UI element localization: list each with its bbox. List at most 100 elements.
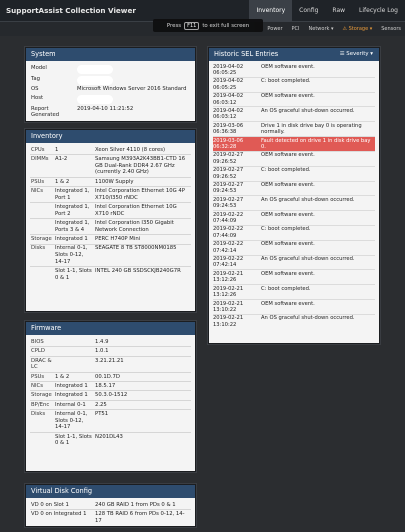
firmware-component <box>30 431 54 448</box>
firmware-row: BP/Enc Internal 0-1 2.25 <box>30 399 191 410</box>
sel-date: 2019-03-06 06:36:38 <box>213 122 244 136</box>
subnav-sensors[interactable]: Sensors <box>381 26 401 32</box>
subnav-pci[interactable]: PCI <box>292 26 300 32</box>
sel-date: 2019-04-02 06:05:25 <box>213 63 244 76</box>
inventory-category: CPUs <box>31 146 45 153</box>
firmware-row: PSUs 1 & 2 00.1D.7D <box>30 371 191 382</box>
sel-date: 2019-02-22 07:42:14 <box>213 241 244 254</box>
main-nav: Inventory Config Raw Lifecycle Log <box>249 0 405 22</box>
inventory-location: 1 & 2 <box>54 176 94 187</box>
firmware-location: Internal 0-1, Slots 0-12, 14-17 <box>54 409 94 433</box>
sel-date: 2019-02-27 09:24:53 <box>213 196 244 210</box>
inventory-row: Integrated 1, Port 2 Intel Corporation Et… <box>30 202 191 219</box>
firmware-component: DRAC & LC <box>30 355 54 373</box>
fullscreen-hint-press: Press <box>166 22 182 29</box>
sel-entry: 2019-02-22 07:44:09 C: boot completed. <box>213 224 375 240</box>
sel-entry: 2019-02-27 09:24:53 An OS graceful shut-d… <box>213 195 375 210</box>
inventory-row: Storage Integrated 1 PERC H740P Mini <box>30 234 191 245</box>
sel-date: 2019-02-27 09:26:52 <box>213 152 244 165</box>
app-title: SupportAssist Collection Viewer <box>6 6 136 15</box>
system-value <box>76 75 191 86</box>
virtual-disk-description: 128 TB RAID 6 from PDs 0-12, 14-17 <box>94 509 191 526</box>
inventory-category: DIMMs <box>30 154 54 178</box>
inventory-category: NICs <box>30 186 54 203</box>
firmware-component: Storage <box>30 390 54 401</box>
sel-message: Drive 1 in disk drive bay 0 is operating… <box>261 122 362 136</box>
sel-entry: 2019-02-21 13:10:22 An OS graceful shut-d… <box>213 313 375 329</box>
system-label: Report Generated <box>31 105 60 119</box>
inventory-row: Disks Internal 0-1, Slots 0-12, 14-17 SEAG… <box>30 243 191 267</box>
sel-message: An OS graceful shut-down occurred. <box>261 196 355 203</box>
sel-date: 2019-02-27 09:26:52 <box>213 167 244 180</box>
inventory-row: Slot 1-1, Slots 0 & 1 INTEL 240 GB SSDSCK… <box>30 266 191 283</box>
firmware-row: Disks Internal 0-1, Slots 0-12, 14-17 PT51 <box>30 409 191 433</box>
firmware-row: CPLD 1.0.1 <box>30 346 191 357</box>
sel-entry: 2019-02-21 13:12:26 OEM software event. <box>213 269 375 284</box>
inventory-category: PSUs <box>30 176 54 187</box>
sel-date: 2019-02-22 07:44:09 <box>213 226 244 239</box>
firmware-component: BP/Enc <box>30 399 54 410</box>
sel-entry: 2019-04-02 06:05:25 OEM software event. <box>213 63 375 77</box>
subnav-network[interactable]: Network ▾ <box>309 26 334 32</box>
firmware-version: 1.4.9 <box>95 338 109 345</box>
sel-message: C: boot completed. <box>261 285 311 292</box>
firmware-location <box>54 346 94 357</box>
inventory-location: Slot 1-1, Slots 0 & 1 <box>54 266 94 283</box>
inventory-row: PSUs 1 & 2 1100W Supply <box>30 176 191 187</box>
firmware-version: 18.5.17 <box>94 381 191 391</box>
nav-lifecycle-log[interactable]: Lifecycle Log <box>352 0 405 22</box>
virtual-disk-row: VD 0 on Integrated 1 128 TB RAID 6 from P… <box>30 509 191 526</box>
virtual-disk-description: 240 GB RAID 1 from PDs 0 & 1 <box>95 501 176 508</box>
firmware-location: Slot 1-1, Slots 0 & 1 <box>54 431 94 448</box>
nav-raw[interactable]: Raw <box>325 0 352 22</box>
sel-panel-title: Historic SEL Entries ☰ Severity ▾ <box>209 48 379 61</box>
firmware-row: NICs Integrated 1 18.5.17 <box>30 381 191 391</box>
inventory-description: 1100W Supply <box>94 176 191 187</box>
fullscreen-hint-text: to exit full screen <box>202 22 250 29</box>
system-value <box>76 94 191 105</box>
inventory-location: Integrated 1, Ports 3 & 4 <box>54 218 94 235</box>
sel-list: 2019-04-02 06:05:25 OEM software event. 2… <box>209 61 379 331</box>
redacted-block <box>77 64 113 74</box>
sel-entry: 2019-02-22 07:42:14 OEM software event. <box>213 239 375 255</box>
system-value: 2019-04-10 11:21:52 <box>77 105 134 112</box>
firmware-version: 3.21.21.21 <box>94 355 191 373</box>
inventory-category: Storage <box>30 234 54 245</box>
firmware-version: 50.3.0-1512 <box>94 390 191 401</box>
redacted-block <box>77 94 113 104</box>
sel-entry: 2019-02-27 09:26:52 C: boot completed. <box>213 165 375 181</box>
sel-date: 2019-03-06 06:32:28 <box>213 137 244 150</box>
sel-message: OEM software event. <box>261 241 315 248</box>
subnav-storage[interactable]: ⚠ Storage ▾ <box>343 26 373 32</box>
sel-message: Fault detected on drive 1 in disk drive … <box>261 137 371 150</box>
firmware-panel-title: Firmware <box>26 322 195 335</box>
firmware-version: 2.25 <box>94 399 191 410</box>
fullscreen-hint: Press F11 to exit full screen <box>153 19 263 32</box>
sel-entry: 2019-03-06 06:36:38 Drive 1 in disk drive… <box>213 121 375 136</box>
firmware-component: PSUs <box>30 371 54 382</box>
firmware-row: Slot 1-1, Slots 0 & 1 N201DL43 <box>30 431 191 448</box>
virtual-disk-row: VD 0 on Slot 1 240 GB RAID 1 from PDs 0 &… <box>30 501 191 510</box>
subnav-power[interactable]: Power <box>267 26 282 32</box>
virtual-disk-panel: Virtual Disk Config VD 0 on Slot 1 240 GB… <box>25 484 196 527</box>
sel-date: 2019-02-22 07:44:09 <box>213 211 244 225</box>
sel-message: An OS graceful shut-down occurred. <box>261 256 355 263</box>
inventory-description: Intel Corporation Ethernet 10G X710 rNDC <box>94 202 191 219</box>
system-value <box>76 64 191 75</box>
firmware-version: 00.1D.7D <box>94 371 191 382</box>
system-table: Model Tag OS Microsoft Windows Server 20… <box>30 64 191 120</box>
severity-filter[interactable]: ☰ Severity ▾ <box>340 48 373 61</box>
firmware-table: BIOS 1.4.9 CPLD 1.0.1 DRAC & LC 3.21.21.21 … <box>30 338 191 448</box>
sel-entry: 2019-04-02 06:03:12 OEM software event. <box>213 91 375 107</box>
system-label: OS <box>31 86 39 93</box>
sel-entry: 2019-02-22 07:42:14 An OS graceful shut-d… <box>213 254 375 270</box>
nav-config[interactable]: Config <box>292 0 325 22</box>
system-row: OS Microsoft Windows Server 2016 Standar… <box>30 86 191 94</box>
sel-message: OEM software event. <box>261 211 315 218</box>
inventory-row: NICs Integrated 1, Port 1 Intel Corporatio… <box>30 186 191 203</box>
sel-message: OEM software event. <box>261 152 315 159</box>
inventory-description: Xeon Silver 4110 (8 cores) <box>95 146 166 153</box>
sel-date: 2019-02-21 13:12:26 <box>213 270 244 284</box>
firmware-panel: Firmware BIOS 1.4.9 CPLD 1.0.1 DRAC & LC 3.… <box>25 321 196 472</box>
virtual-disk-table: VD 0 on Slot 1 240 GB RAID 1 from PDs 0 &… <box>30 501 191 526</box>
